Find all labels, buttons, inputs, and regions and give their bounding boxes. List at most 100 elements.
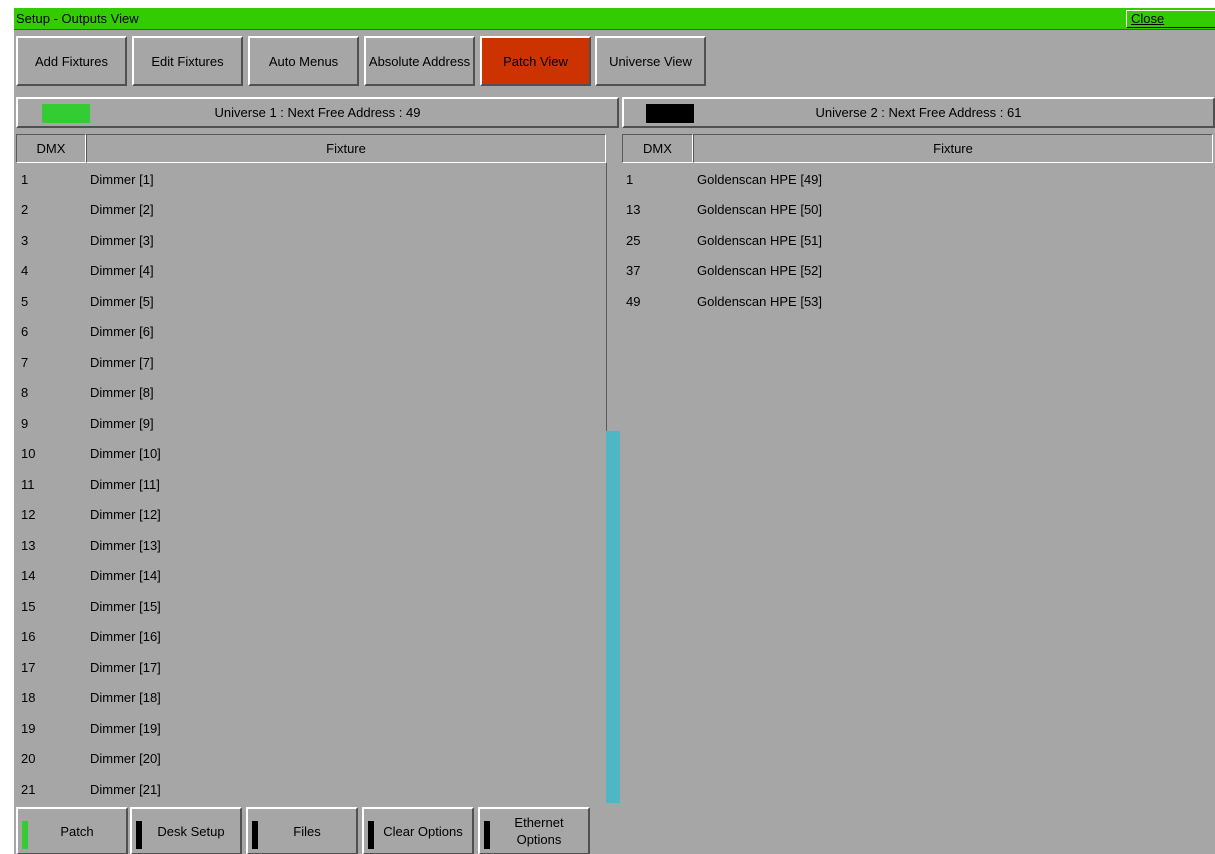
universe-1-scrollbar-thumb[interactable] bbox=[606, 431, 620, 803]
universe-2-row-fixture: Goldenscan HPE [50] bbox=[697, 202, 823, 217]
universe-1-row[interactable]: 3 Dimmer [3] bbox=[19, 225, 604, 255]
universe-1-row[interactable]: 7 Dimmer [7] bbox=[19, 347, 604, 377]
universe-1-row-dmx: 13 bbox=[21, 537, 36, 553]
universe-1-row-fixture: Dimmer [16] bbox=[90, 629, 161, 644]
universe-2-row-fixture: Goldenscan HPE [49] bbox=[697, 171, 823, 187]
universe-2-row[interactable]: 25 Goldenscan HPE [51] bbox=[624, 225, 1214, 255]
universe-2-row-dmx: 49 bbox=[626, 293, 641, 309]
universe-1-row-fixture: Dimmer [13] bbox=[90, 537, 161, 553]
universe-2-row[interactable]: 1 Goldenscan HPE [49] bbox=[624, 164, 1214, 194]
universe-1-row[interactable]: 16 Dimmer [16] bbox=[19, 622, 604, 652]
universe-1-row[interactable]: 17 Dimmer [17] bbox=[19, 652, 604, 682]
universe-1-row[interactable]: 13 Dimmer [13] bbox=[19, 530, 604, 560]
universe-1-row-dmx: 4 bbox=[21, 263, 29, 278]
universe-2-row[interactable]: 37 Goldenscan HPE [52] bbox=[624, 256, 1214, 286]
edit-fixtures-button[interactable]: Edit Fixtures bbox=[132, 36, 243, 86]
menu-button-label: Patch bbox=[60, 823, 94, 839]
universe-1-fixture-column-header[interactable]: Fixture bbox=[86, 134, 606, 163]
universe-1-row-fixture: Dimmer [11] bbox=[90, 476, 160, 492]
universe-1-row-dmx: 2 bbox=[21, 202, 29, 217]
universe-1-row[interactable]: 15 Dimmer [15] bbox=[19, 591, 604, 621]
universe-1-row-dmx: 5 bbox=[21, 293, 29, 309]
universe-1-row-fixture: Dimmer [5] bbox=[90, 293, 154, 309]
menu-button-files[interactable]: Files bbox=[246, 807, 358, 854]
universe-2-row-dmx: 37 bbox=[626, 263, 641, 278]
universe-1-row-dmx: 17 bbox=[21, 659, 36, 675]
universe-1-row-fixture: Dimmer [3] bbox=[90, 232, 154, 248]
universe-1-row-fixture: Dimmer [21] bbox=[90, 781, 161, 797]
universe-1-row-fixture: Dimmer [10] bbox=[90, 446, 161, 461]
universe-1-row-dmx: 15 bbox=[21, 598, 36, 614]
menu-button-clear-options[interactable]: Clear Options bbox=[362, 807, 474, 854]
menu-button-desk-setup[interactable]: Desk Setup bbox=[130, 807, 242, 854]
universe-1-row-fixture: Dimmer [19] bbox=[90, 720, 161, 736]
universe-1-row[interactable]: 1 Dimmer [1] bbox=[19, 164, 604, 194]
universe-2-row-dmx: 1 bbox=[626, 171, 634, 187]
universe-1-row[interactable]: 5 Dimmer [5] bbox=[19, 286, 604, 316]
close-button[interactable]: Close bbox=[1126, 10, 1215, 28]
universe-1-row[interactable]: 6 Dimmer [6] bbox=[19, 317, 604, 347]
auto-menus-button[interactable]: Auto Menus bbox=[248, 36, 359, 86]
universe-1-row-dmx: 1 bbox=[21, 171, 29, 187]
universe-1-row-dmx: 20 bbox=[21, 751, 36, 766]
universe-1-row[interactable]: 21 Dimmer [21] bbox=[19, 774, 604, 804]
universe-1-row-dmx: 10 bbox=[21, 446, 36, 461]
universe-1-row-dmx: 3 bbox=[21, 232, 29, 248]
universe-1-row-dmx: 6 bbox=[21, 324, 29, 339]
universe-1-row[interactable]: 2 Dimmer [2] bbox=[19, 195, 604, 225]
universe-1-row-fixture: Dimmer [4] bbox=[90, 263, 154, 278]
universe-1-row[interactable]: 11 Dimmer [11] bbox=[19, 469, 604, 499]
universe-1-row[interactable]: 4 Dimmer [4] bbox=[19, 256, 604, 286]
absolute-address-button[interactable]: Absolute Address bbox=[364, 36, 475, 86]
universe-1-status-swatch bbox=[42, 104, 90, 123]
menu-button-label: Files bbox=[293, 823, 321, 839]
universe-1-row[interactable]: 19 Dimmer [19] bbox=[19, 713, 604, 743]
universe-1-row-dmx: 11 bbox=[21, 476, 35, 492]
menu-button-ethernet-options[interactable]: Ethernet Options bbox=[478, 807, 590, 854]
universe-2-header-label: Universe 2 : Next Free Address : 61 bbox=[815, 105, 1022, 120]
universe-1-row-dmx: 16 bbox=[21, 629, 36, 644]
window-title: Setup - Outputs View bbox=[16, 11, 139, 26]
universe-view-button[interactable]: Universe View bbox=[595, 36, 706, 86]
universe-1-row-dmx: 14 bbox=[21, 568, 36, 583]
universe-1-row[interactable]: 12 Dimmer [12] bbox=[19, 500, 604, 530]
universe-1-row-dmx: 9 bbox=[21, 415, 29, 431]
universe-1-row[interactable]: 20 Dimmer [20] bbox=[19, 744, 604, 774]
universe-1-row-fixture: Dimmer [12] bbox=[90, 507, 161, 522]
menu-button-label: Clear Options bbox=[383, 823, 463, 839]
universe-1-row-dmx: 7 bbox=[21, 354, 29, 370]
universe-2-fixture-column-header[interactable]: Fixture bbox=[693, 134, 1213, 163]
universe-1-header-label: Universe 1 : Next Free Address : 49 bbox=[214, 105, 421, 120]
menu-button-label: Desk Setup bbox=[157, 823, 225, 839]
universe-1-row[interactable]: 14 Dimmer [14] bbox=[19, 561, 604, 591]
universe-1-row[interactable]: 9 Dimmer [9] bbox=[19, 408, 604, 438]
universe-1-row-fixture: Dimmer [8] bbox=[90, 385, 154, 400]
universe-2-row-dmx: 25 bbox=[626, 232, 641, 248]
universe-1-row[interactable]: 18 Dimmer [18] bbox=[19, 683, 604, 713]
universe-1-row-fixture: Dimmer [14] bbox=[90, 568, 161, 583]
universe-2-row[interactable]: 13 Goldenscan HPE [50] bbox=[624, 195, 1214, 225]
universe-2-status-swatch bbox=[646, 104, 694, 123]
add-fixtures-button[interactable]: Add Fixtures bbox=[16, 36, 127, 86]
universe-1-row-dmx: 19 bbox=[21, 720, 36, 736]
universe-1-header[interactable]: Universe 1 : Next Free Address : 49 bbox=[16, 97, 619, 128]
menu-button-patch[interactable]: Patch bbox=[16, 807, 128, 854]
universe-2-row-fixture: Goldenscan HPE [52] bbox=[697, 263, 823, 278]
patch-view-button[interactable]: Patch View bbox=[480, 36, 591, 86]
universe-2-header[interactable]: Universe 2 : Next Free Address : 61 bbox=[622, 97, 1215, 128]
universe-1-row-fixture: Dimmer [15] bbox=[90, 598, 161, 614]
universe-1-row-dmx: 18 bbox=[21, 690, 36, 705]
status-indicator bbox=[136, 821, 142, 849]
universe-1-row-fixture: Dimmer [2] bbox=[90, 202, 154, 217]
status-indicator bbox=[22, 821, 28, 849]
universe-1-row[interactable]: 10 Dimmer [10] bbox=[19, 439, 604, 469]
universe-2-row[interactable]: 49 Goldenscan HPE [53] bbox=[624, 286, 1214, 316]
universe-1-row-fixture: Dimmer [7] bbox=[90, 354, 154, 370]
universe-1-row-fixture: Dimmer [20] bbox=[90, 751, 161, 766]
universe-2-dmx-column-header[interactable]: DMX bbox=[622, 134, 693, 163]
title-bar: Setup - Outputs View Close bbox=[14, 8, 1215, 30]
status-indicator bbox=[368, 821, 374, 849]
universe-1-row-fixture: Dimmer [18] bbox=[90, 690, 161, 705]
universe-1-dmx-column-header[interactable]: DMX bbox=[16, 134, 86, 163]
universe-1-row[interactable]: 8 Dimmer [8] bbox=[19, 378, 604, 408]
